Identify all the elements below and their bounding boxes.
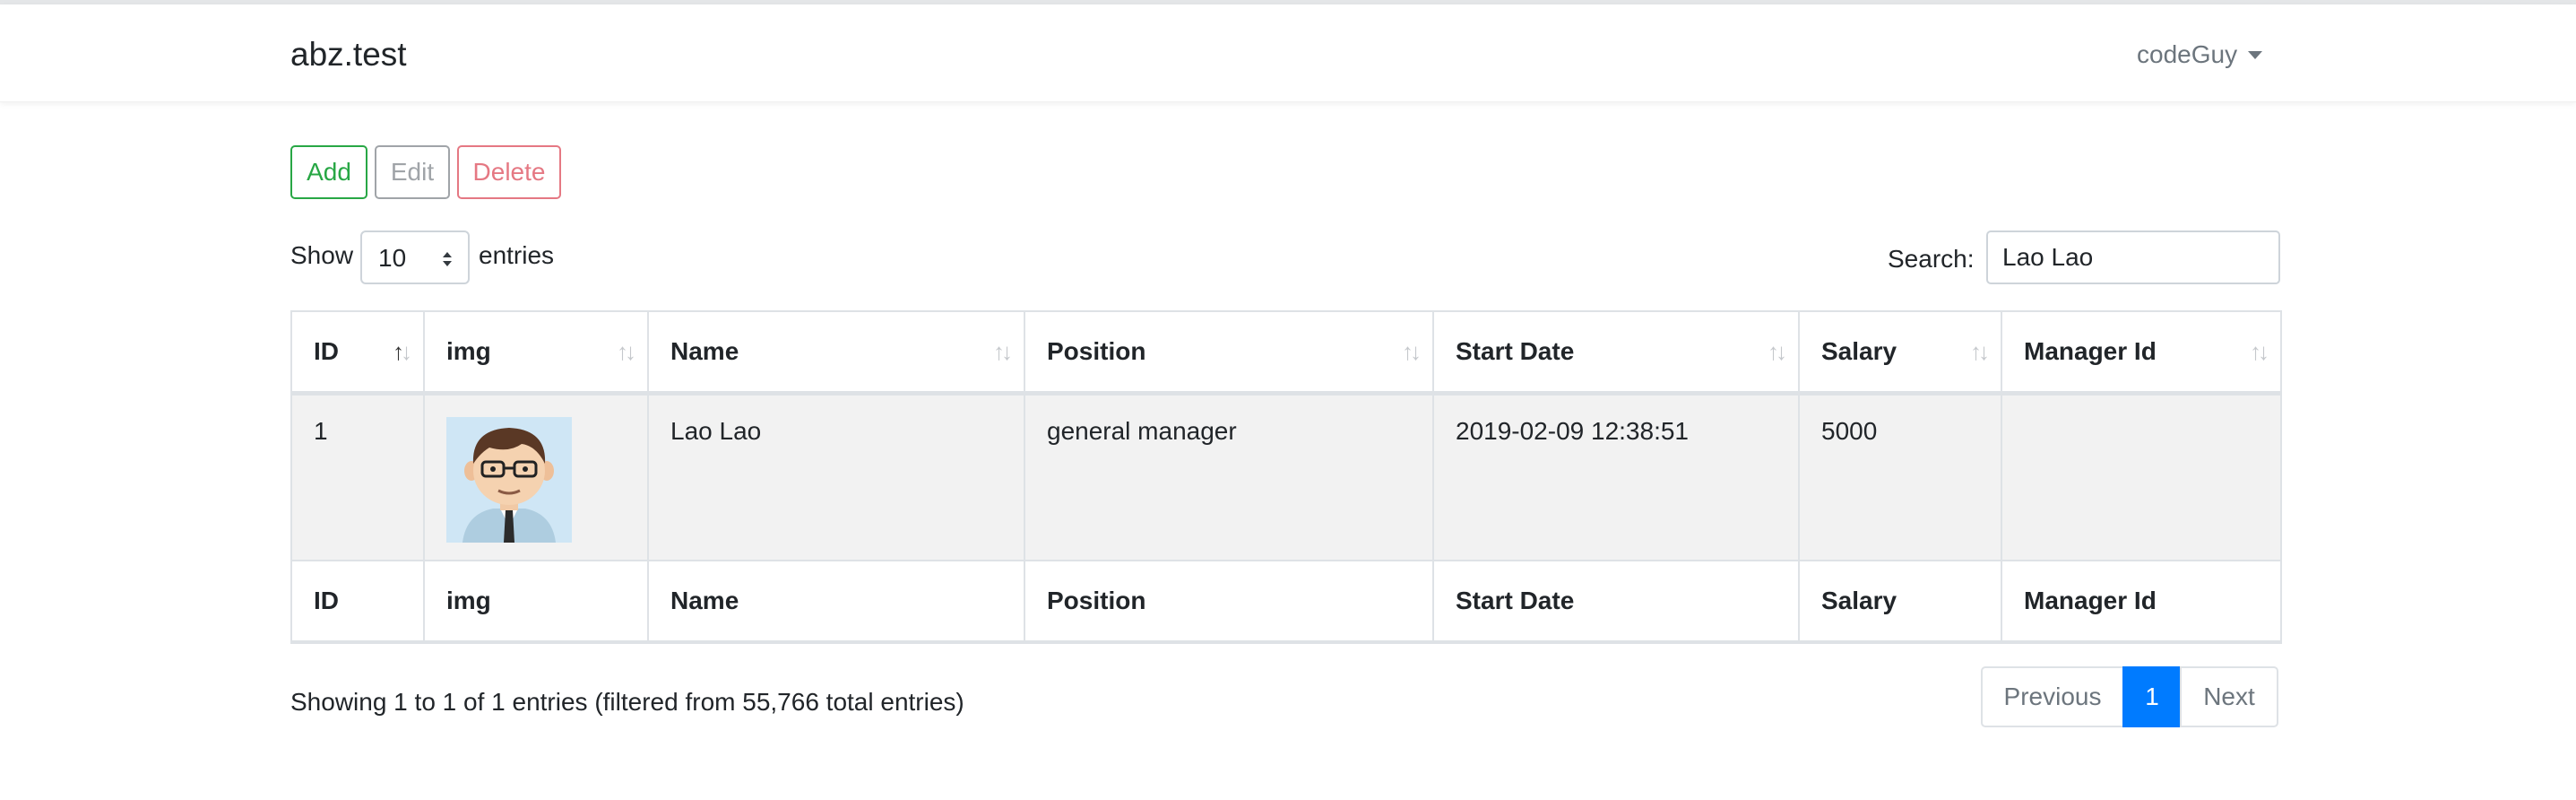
brand-link[interactable]: abz.test [290,35,407,74]
column-header-manager-id[interactable]: Manager Id ↑↓ [2001,310,2282,396]
sort-icon: ↑↓ [993,338,1013,365]
column-header-id[interactable]: ID ↑↓ [290,310,425,396]
sort-icon: ↑↓ [1768,338,1787,365]
cell-position: general manager [1024,392,1434,561]
search-input[interactable] [1986,230,2280,284]
length-prefix-label: Show [290,241,354,269]
user-dropdown[interactable]: codeGuy [2137,39,2263,71]
table-row[interactable]: 1 Lao Lao general manager 2019-02-09 12:… [290,392,2282,561]
footer-manager-id: Manager Id [2001,559,2282,644]
column-header-salary[interactable]: Salary ↑↓ [1798,310,2002,396]
edit-button[interactable]: Edit [375,145,450,199]
next-page-button[interactable]: Next [2180,666,2278,727]
select-arrows-icon [443,252,452,266]
sort-icon: ↑↓ [2250,338,2269,365]
footer-start-date: Start Date [1432,559,1800,644]
avatar [446,417,572,543]
delete-button[interactable]: Delete [457,145,561,199]
navbar: abz.test codeGuy [0,4,2576,102]
sort-icon: ↑↓ [1402,338,1422,365]
table-header-row: ID ↑↓ img ↑↓ Name ↑↓ Position ↑↓ Start D… [290,310,2282,396]
cell-img [423,392,649,561]
column-header-name[interactable]: Name ↑↓ [647,310,1025,396]
employees-table: ID ↑↓ img ↑↓ Name ↑↓ Position ↑↓ Start D… [290,310,2282,644]
previous-page-button[interactable]: Previous [1981,666,2124,727]
cell-name: Lao Lao [647,392,1025,561]
cell-start-date: 2019-02-09 12:38:51 [1432,392,1800,561]
sort-icon: ↑↓ [1970,338,1990,365]
sort-asc-icon: ↑↓ [393,338,412,365]
column-header-position[interactable]: Position ↑↓ [1024,310,1434,396]
user-name: codeGuy [2137,40,2238,68]
length-suffix-label: entries [479,241,555,269]
caret-down-icon [2248,50,2263,59]
cell-id: 1 [290,392,425,561]
table-footer-row: ID img Name Position Start Date Salary M… [290,559,2282,644]
cell-manager-id [2001,392,2282,561]
page-1-button[interactable]: 1 [2122,666,2182,727]
column-header-img[interactable]: img ↑↓ [423,310,649,396]
add-button[interactable]: Add [290,145,367,199]
pagination: Previous 1 Next [1981,666,2278,727]
footer-img: img [423,559,649,644]
footer-position: Position [1024,559,1434,644]
page-length-select[interactable]: 10 [360,230,470,284]
search-label: Search: [1888,245,1975,273]
cell-salary: 5000 [1798,392,2002,561]
table-info: Showing 1 to 1 of 1 entries (filtered fr… [290,688,964,716]
footer-name: Name [647,559,1025,644]
footer-id: ID [290,559,425,644]
footer-salary: Salary [1798,559,2002,644]
sort-icon: ↑↓ [617,338,636,365]
column-header-start-date[interactable]: Start Date ↑↓ [1432,310,1800,396]
page-length-value: 10 [378,244,407,272]
